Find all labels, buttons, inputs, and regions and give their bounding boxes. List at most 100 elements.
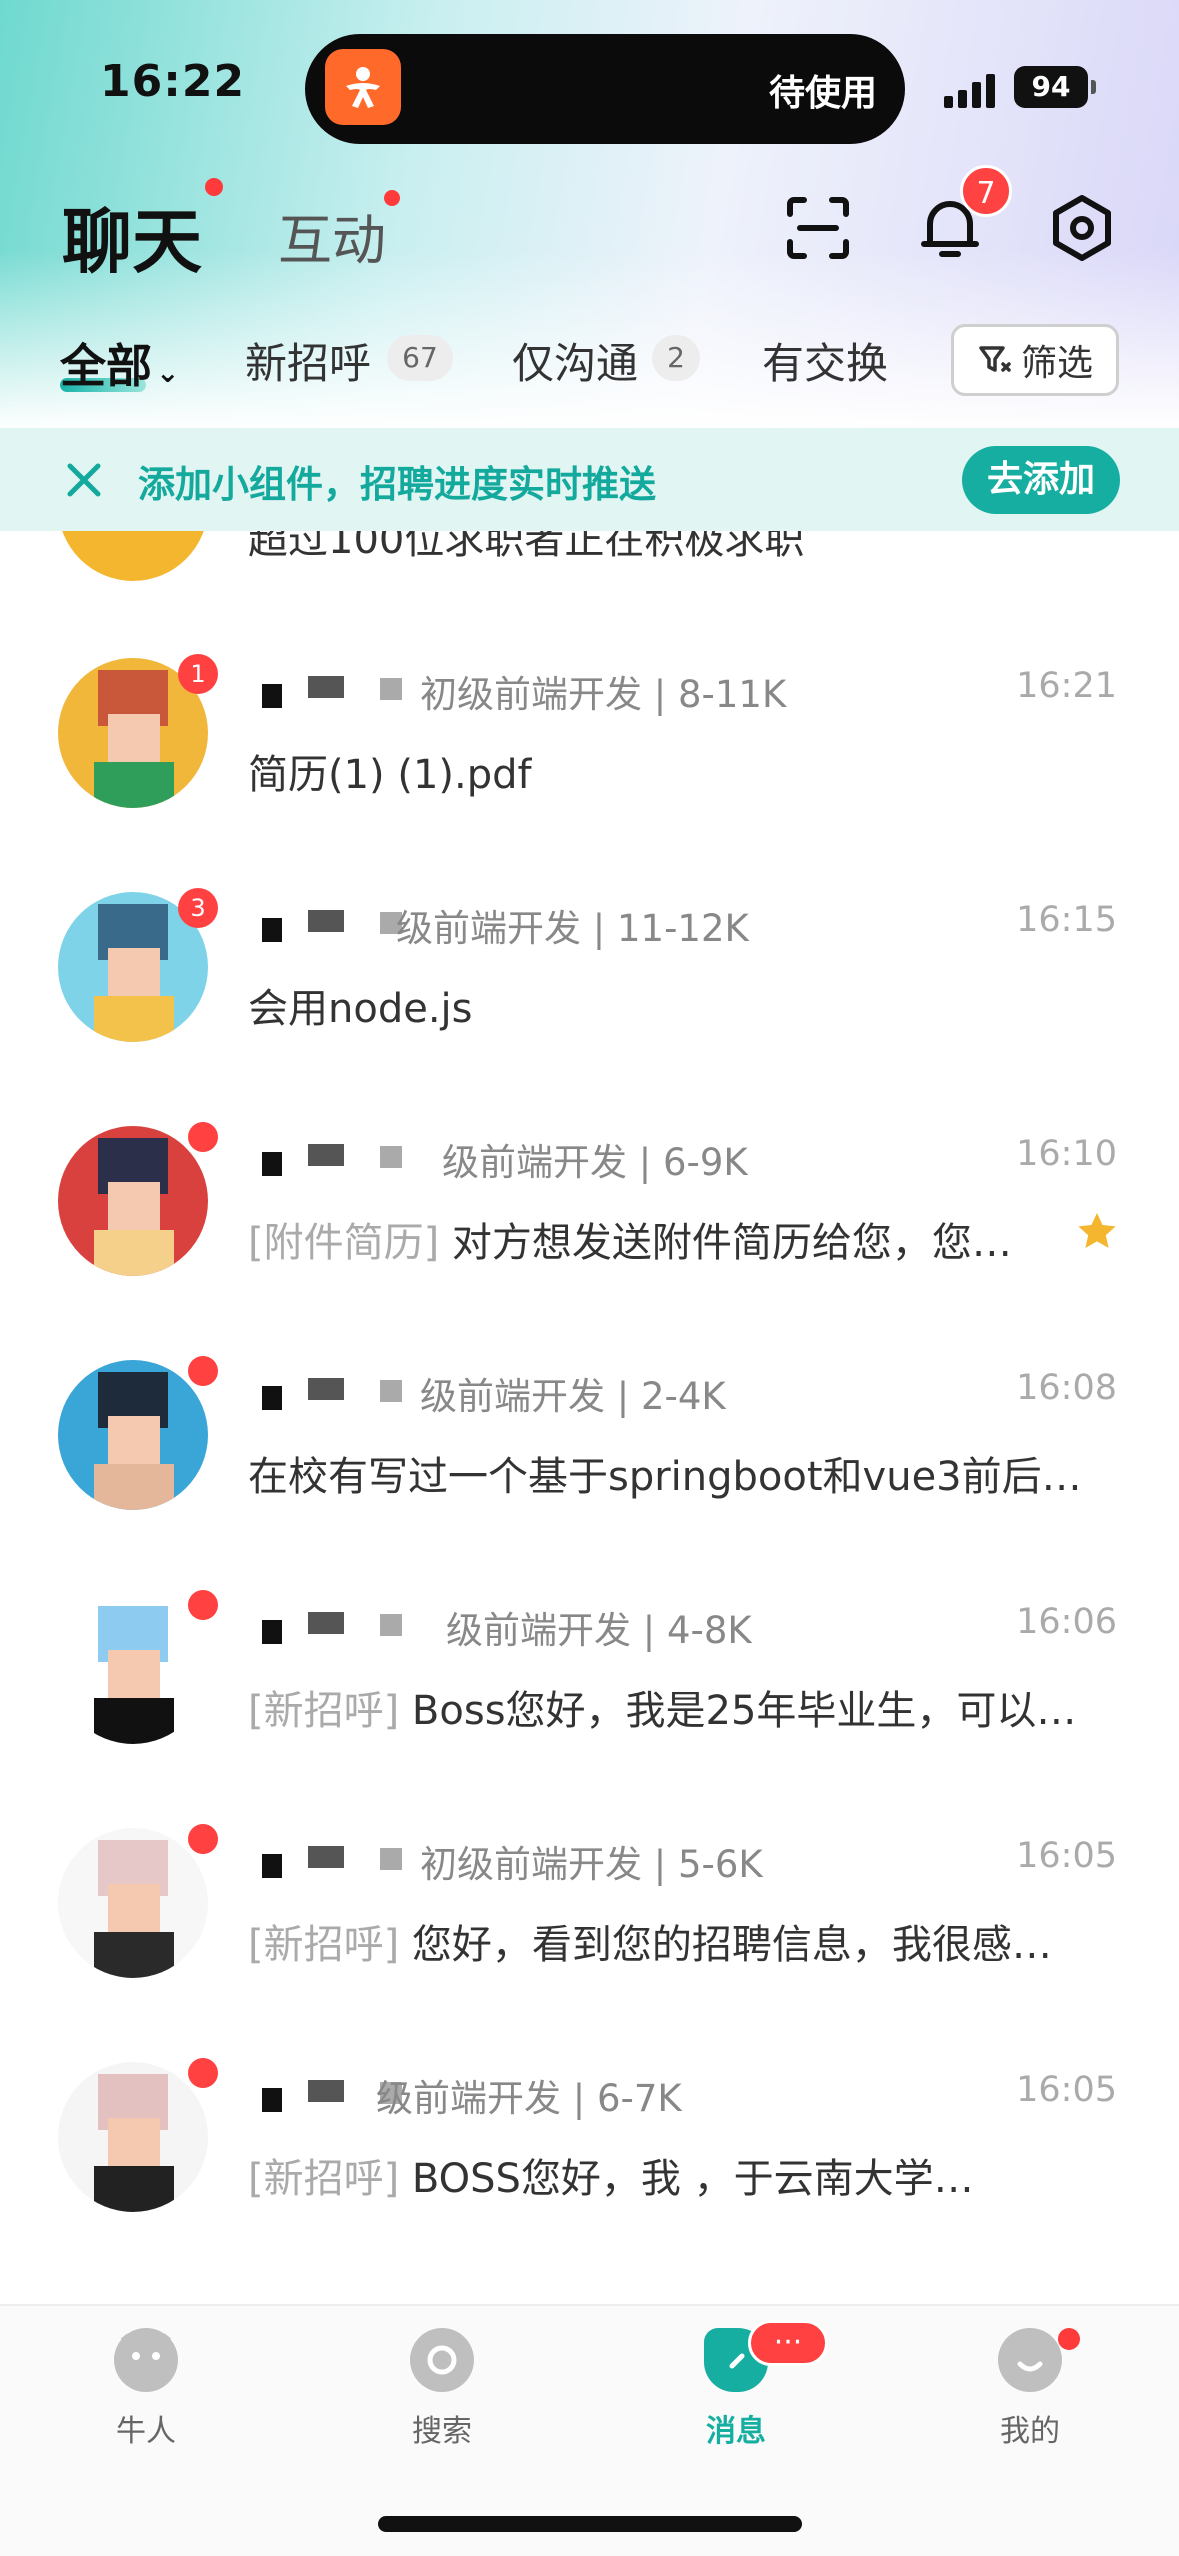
job-title: 级前端开发 | 4-8K [446,1609,752,1652]
home-indicator[interactable] [378,2516,802,2532]
message-time: 16:05 [1016,2070,1117,2110]
screen: 16:22 待使用 94 聊天 互动 7 全部 ⌄ 新招呼 67 仅沟通 2 有交… [0,0,1179,2556]
close-icon[interactable] [64,452,104,508]
chat-list-item[interactable]: 级前端开发 | 6-7K 16:05 [新招呼] BOSS您好，我 ，于云南大学… [0,2028,1179,2262]
nav-search[interactable]: 搜索 [362,2328,522,2450]
message-preview: [新招呼] 您好，看到您的招聘信息，我很感… [248,1912,1052,1970]
interaction-unread-dot [384,190,400,206]
app-icon [325,49,401,125]
search-icon [410,2328,474,2392]
contact-name-redacted [248,1370,428,1410]
tab-communicate-only-count: 2 [652,335,700,381]
unread-badge [188,1122,218,1152]
page-title[interactable]: 聊天 [62,186,202,287]
dynamic-island[interactable]: 待使用 [305,34,905,144]
message-tag: [新招呼] [248,2156,400,2202]
message-preview: [新招呼] BOSS您好，我 ，于云南大学… [248,2146,974,2204]
message-text: 会用node.js [248,986,473,1032]
chat-list-item[interactable]: 级前端开发 | 6-9K 16:10 [附件简历] 对方想发送附件简历给您，您… [0,1092,1179,1326]
tab-communicate-only[interactable]: 仅沟通 [512,330,638,391]
message-badge: ··· [748,2320,828,2366]
message-tag: [附件简历] [248,1220,440,1266]
filter-icon [979,346,1011,372]
chat-list-item[interactable]: 级前端开发 | 4-8K 16:06 [新招呼] Boss您好，我是25年毕业生，可… [0,1560,1179,1794]
widget-banner: 添加小组件，招聘进度实时推送 去添加 [0,428,1179,531]
banner-text: 添加小组件，招聘进度实时推送 [138,463,656,506]
nav-search-label: 搜索 [412,2414,472,2449]
contact-name-redacted [248,1604,428,1644]
unread-badge [188,1590,218,1620]
avatar [58,531,208,581]
nav-me[interactable]: 我的 [950,2328,1110,2450]
contact-name-redacted [248,1136,428,1176]
avatar[interactable] [58,1590,218,1744]
chat-list-item[interactable]: 1 初级前端开发 | 8-11K 16:21 简历(1) (1).pdf [0,624,1179,858]
message-tag: [新招呼] [248,1922,400,1968]
contact-name-redacted [248,1838,428,1878]
unread-badge: 1 [178,654,218,694]
message-time: 16:21 [1016,666,1117,706]
nav-messages[interactable]: ··· 消息 [656,2320,828,2450]
chat-list-item[interactable]: 级前端开发 | 2-4K 16:08 在校有写过一个基于springboot和vue… [0,1326,1179,1560]
scan-icon[interactable] [780,190,856,266]
status-time: 16:22 [100,56,246,107]
partial-message: 超过100位求职者正在积极求职 [248,531,805,563]
message-preview: 简历(1) (1).pdf [248,742,532,800]
chat-list-item[interactable]: 初级前端开发 | 5-6K 16:05 [新招呼] 您好，看到您的招聘信息，我很感… [0,1794,1179,2028]
battery-indicator: 94 [1014,66,1096,108]
unread-badge [188,1356,218,1386]
star-icon[interactable] [1075,1210,1119,1254]
job-title: 级前端开发 | 6-7K [376,2077,682,2120]
settings-icon[interactable] [1044,190,1120,266]
profile-unread-dot [1058,2328,1080,2350]
job-title: 初级前端开发 | 8-11K [420,673,787,716]
avatar[interactable] [58,1122,218,1276]
message-tag: [新招呼] [248,1688,400,1734]
message-time: 16:05 [1016,1836,1117,1876]
filter-label: 筛选 [1020,343,1093,384]
job-title: 级前端开发 | 6-9K [442,1141,748,1184]
unread-badge [188,2058,218,2088]
avatar[interactable]: 1 [58,654,218,808]
job-title: 级前端开发 | 2-4K [420,1375,726,1418]
message-time: 16:10 [1016,1134,1117,1174]
job-title: 级前端开发 | 11-12K [396,907,749,950]
unread-badge [188,1824,218,1854]
filter-button[interactable]: 筛选 [951,324,1119,396]
signal-icon [944,72,1000,108]
message-preview: 会用node.js [248,976,473,1034]
partial-list-item[interactable]: 超过100位求职者正在积极求职 [0,531,1179,581]
unread-badge: 3 [178,888,218,928]
island-status-text: 待使用 [768,73,877,114]
message-text: 简历(1) (1).pdf [248,752,532,798]
message-text: 对方想发送附件简历给您，您… [439,1220,1012,1266]
notification-badge: 7 [960,165,1012,217]
avatar[interactable]: 3 [58,888,218,1042]
message-text: 在校有写过一个基于springboot和vue3前后… [248,1454,1082,1500]
message-time: 16:15 [1016,900,1117,940]
nav-talent[interactable]: 牛人 [66,2328,226,2450]
message-time: 16:06 [1016,1602,1117,1642]
message-preview: 在校有写过一个基于springboot和vue3前后… [248,1444,1082,1502]
talent-icon [114,2328,178,2392]
avatar[interactable] [58,2058,218,2212]
message-text: BOSS您好，我 ，于云南大学… [399,2156,974,2202]
interaction-tab[interactable]: 互动 [278,196,386,275]
chat-list-item[interactable]: 3 级前端开发 | 11-12K 16:15 会用node.js [0,858,1179,1092]
message-text: Boss您好，我是25年毕业生，可以… [399,1688,1077,1734]
message-preview: [新招呼] Boss您好，我是25年毕业生，可以… [248,1678,1076,1736]
tab-all[interactable]: 全部 ⌄ [60,330,179,396]
message-text: 您好，看到您的招聘信息，我很感… [399,1922,1052,1968]
tab-exchanged[interactable]: 有交换 [762,330,888,391]
tab-new-greeting[interactable]: 新招呼 [245,330,371,391]
nav-messages-label: 消息 [706,2414,766,2449]
job-title: 初级前端开发 | 5-6K [420,1843,763,1886]
add-widget-button[interactable]: 去添加 [962,446,1120,514]
chevron-down-icon: ⌄ [156,356,180,389]
contact-name-redacted [248,668,428,708]
tab-new-greeting-count: 67 [387,335,453,381]
avatar[interactable] [58,1824,218,1978]
avatar[interactable] [58,1356,218,1510]
profile-icon [998,2328,1062,2392]
nav-me-label: 我的 [1000,2414,1060,2449]
